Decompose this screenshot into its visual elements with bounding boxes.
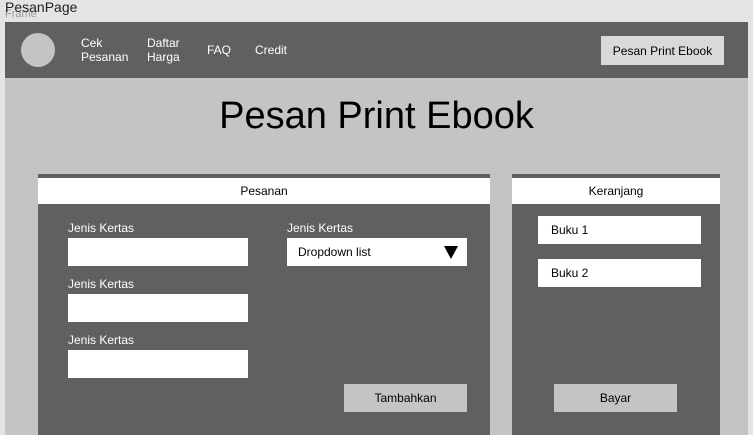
nav-item-label: Pesanan xyxy=(81,50,129,64)
nav-item-cek-pesanan[interactable]: Cek Pesanan xyxy=(81,36,133,64)
jenis-kertas-label: Jenis Kertas xyxy=(68,221,135,235)
jenis-kertas-dropdown-label: Jenis Kertas xyxy=(287,221,354,235)
page-name-label: PesanPage xyxy=(5,0,78,15)
jenis-kertas-dropdown[interactable]: Dropdown list xyxy=(287,238,467,266)
cart-item-buku-1[interactable]: Buku 1 xyxy=(538,216,701,244)
nav-item-label: Harga xyxy=(147,50,180,64)
cart-item-label: Buku 2 xyxy=(551,266,589,280)
bayar-button[interactable]: Bayar xyxy=(554,384,677,412)
cart-item-buku-2[interactable]: Buku 2 xyxy=(538,259,701,287)
nav-item-label: Cek xyxy=(81,36,103,50)
keranjang-header: Keranjang xyxy=(512,178,720,204)
jenis-kertas-label: Jenis Kertas xyxy=(68,277,135,291)
jenis-kertas-input[interactable] xyxy=(68,238,248,266)
nav-item-faq[interactable]: FAQ xyxy=(207,43,231,57)
page-title: Pesan Print Ebook xyxy=(219,95,534,137)
jenis-kertas-input[interactable] xyxy=(68,350,248,378)
dropdown-selected-value: Dropdown list xyxy=(298,245,371,259)
page-frame: Cek Pesanan Daftar Harga FAQ Credit Pesa… xyxy=(5,22,748,435)
triangle-down-icon xyxy=(444,246,458,259)
keranjang-panel: Keranjang Buku 1 Buku 2 Bayar xyxy=(512,174,720,435)
pesanan-header: Pesanan xyxy=(38,178,490,204)
tambahkan-button[interactable]: Tambahkan xyxy=(344,384,467,412)
top-navbar: Cek Pesanan Daftar Harga FAQ Credit Pesa… xyxy=(5,22,748,78)
pesan-print-ebook-button[interactable]: Pesan Print Ebook xyxy=(601,36,724,65)
jenis-kertas-input[interactable] xyxy=(68,294,248,322)
nav-item-daftar-harga[interactable]: Daftar Harga xyxy=(147,36,187,64)
cart-item-label: Buku 1 xyxy=(551,223,589,237)
avatar[interactable] xyxy=(21,33,55,67)
pesanan-panel: Pesanan Jenis Kertas Jenis Kertas Jenis … xyxy=(38,174,490,435)
nav-item-credit[interactable]: Credit xyxy=(255,43,287,57)
jenis-kertas-label: Jenis Kertas xyxy=(68,333,135,347)
nav-item-label: Daftar xyxy=(147,36,180,50)
